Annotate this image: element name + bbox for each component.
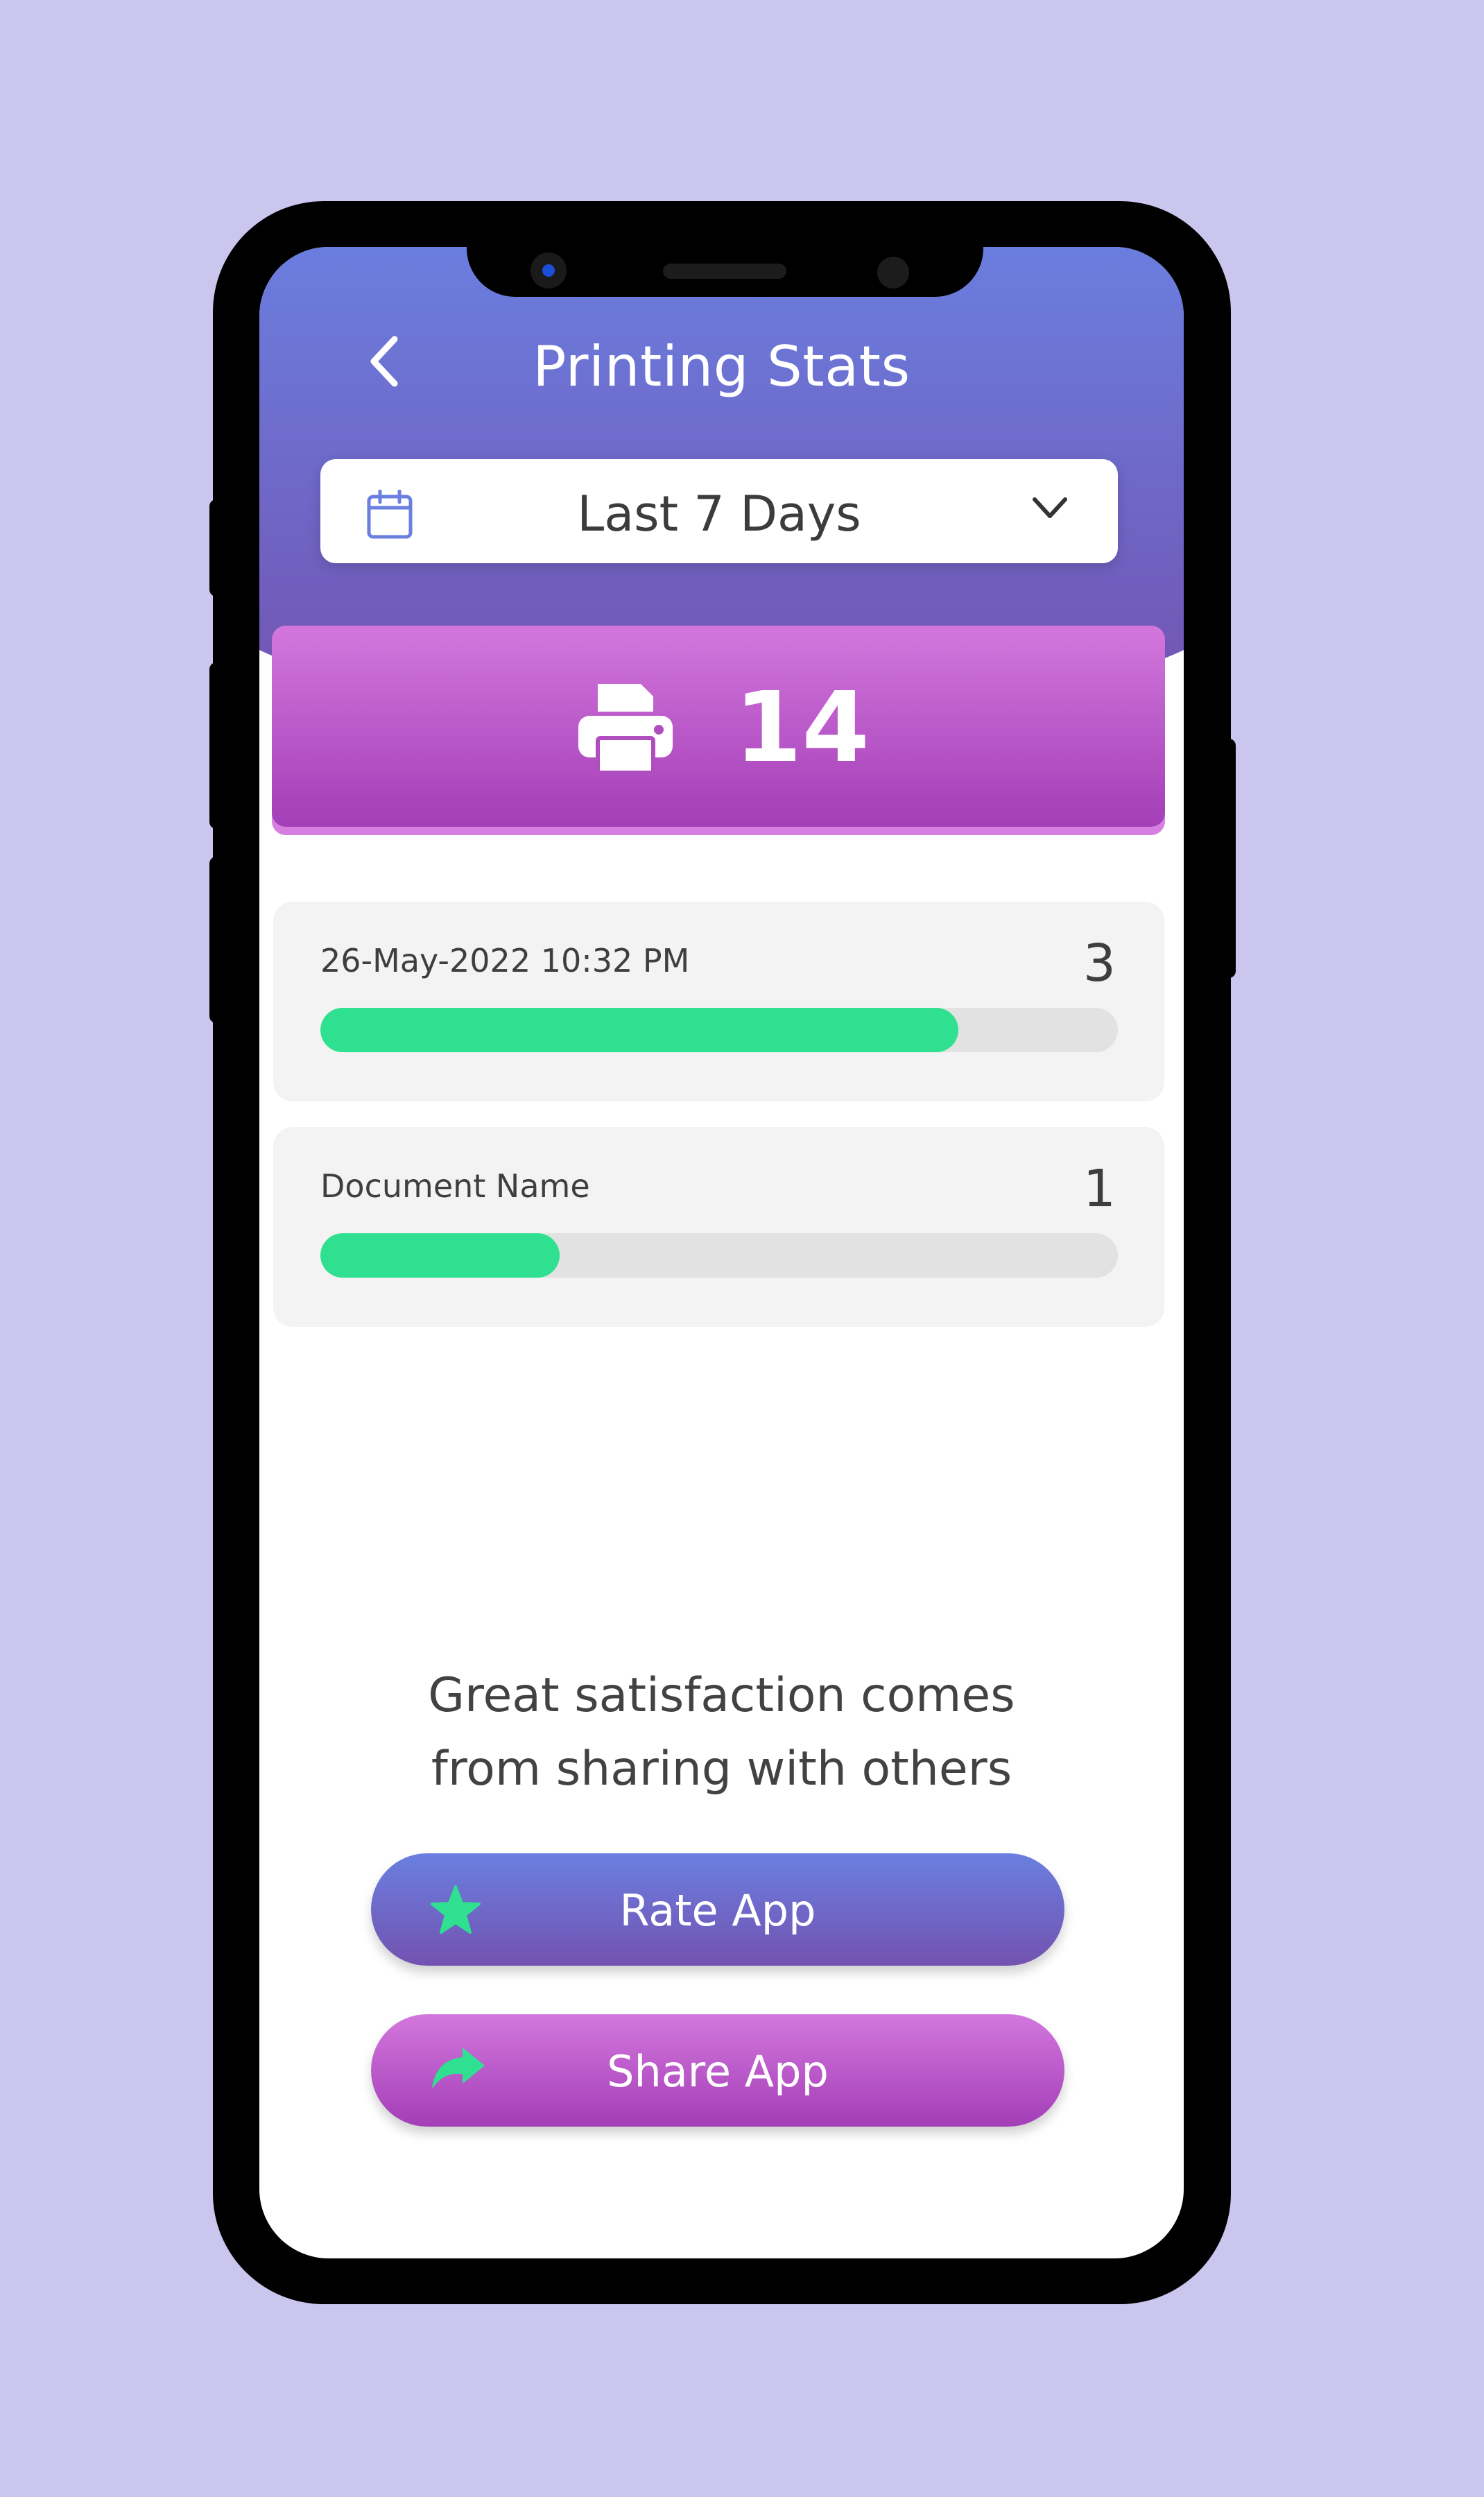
stat-progress-track xyxy=(320,1233,1118,1278)
total-prints-card: 14 xyxy=(272,626,1165,827)
page-title: Printing Stats xyxy=(533,334,911,399)
phone-side-button-right xyxy=(1222,739,1236,978)
stat-progress-fill xyxy=(320,1008,958,1052)
stat-card-1[interactable]: 26-May-2022 10:32 PM 3 xyxy=(273,902,1164,1101)
stat-name: Document Name xyxy=(320,1167,590,1205)
stat-card-2[interactable]: Document Name 1 xyxy=(273,1127,1164,1327)
stat-count: 1 xyxy=(1082,1159,1116,1219)
phone-side-button-left-1 xyxy=(209,499,223,597)
phone-screen: Printing Stats Last 7 Days 14 26-May-202… xyxy=(259,247,1184,2258)
rate-app-label: Rate App xyxy=(619,1885,816,1936)
share-quote: Great satisfaction comes from sharing wi… xyxy=(259,1659,1184,1806)
period-selector[interactable]: Last 7 Days xyxy=(320,459,1118,563)
stat-count: 3 xyxy=(1082,934,1116,993)
stat-progress-track xyxy=(320,1008,1118,1052)
share-app-label: Share App xyxy=(607,2046,829,2097)
stat-progress-fill xyxy=(320,1233,560,1278)
share-app-button[interactable]: Share App xyxy=(371,2014,1064,2127)
phone-side-button-left-2 xyxy=(209,662,223,829)
chevron-down-icon xyxy=(1033,497,1067,518)
earpiece-speaker xyxy=(663,264,786,279)
proximity-sensor xyxy=(877,257,909,289)
rate-app-button[interactable]: Rate App xyxy=(371,1853,1064,1966)
front-camera xyxy=(530,252,567,289)
quote-line-2: from sharing with others xyxy=(431,1742,1012,1796)
phone-notch xyxy=(467,243,983,297)
stat-name: 26-May-2022 10:32 PM xyxy=(320,942,690,979)
quote-line-1: Great satisfaction comes xyxy=(428,1668,1015,1723)
period-value: Last 7 Days xyxy=(577,486,861,542)
total-prints-value: 14 xyxy=(734,671,870,784)
phone-side-button-left-3 xyxy=(209,857,223,1023)
printer-icon xyxy=(578,684,673,774)
